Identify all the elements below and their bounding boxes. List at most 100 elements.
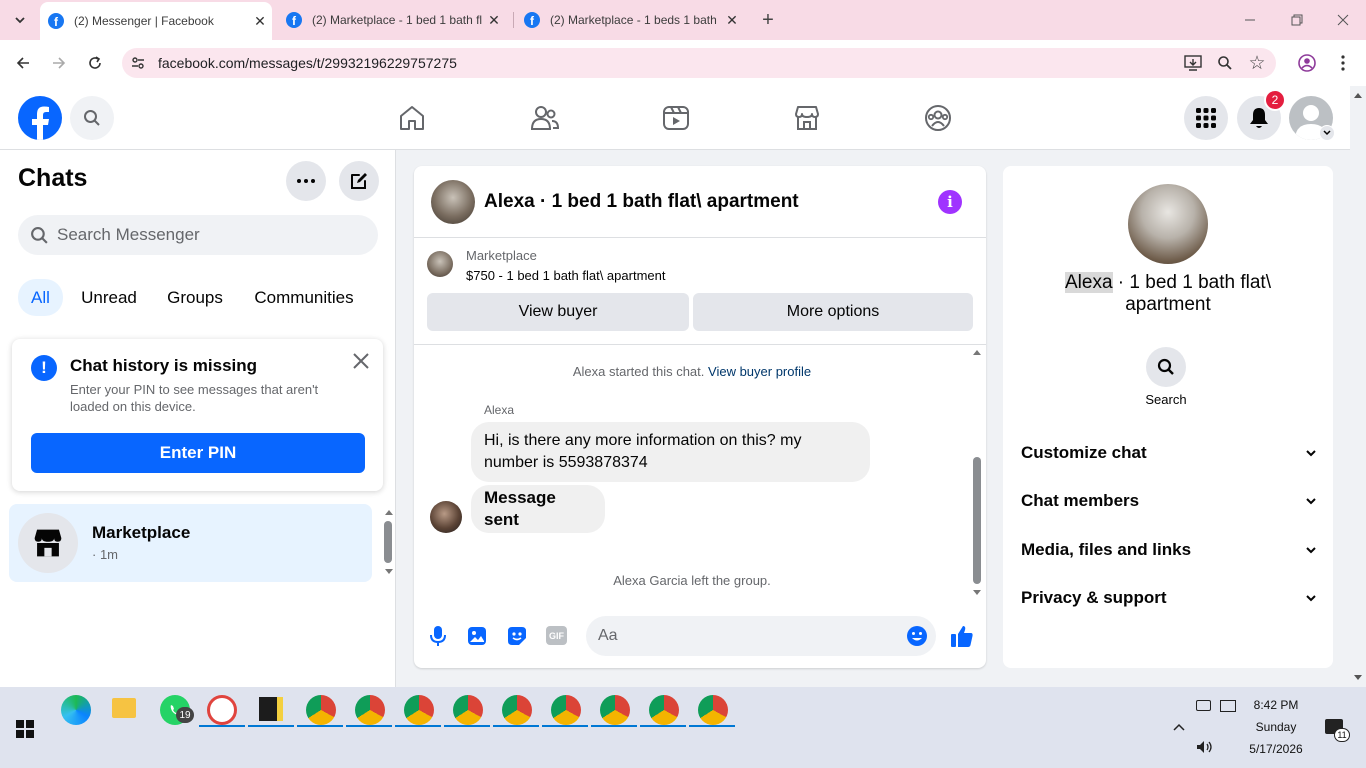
chrome-profile-icon[interactable] (600, 695, 630, 725)
home-nav-icon[interactable] (398, 104, 426, 132)
close-tab-icon[interactable]: ✕ (248, 13, 272, 30)
message-composer-input[interactable] (586, 616, 936, 656)
marketplace-avatar-icon (18, 513, 78, 573)
chats-options-button[interactable] (286, 161, 326, 201)
facebook-favicon-icon: f (286, 12, 302, 28)
enter-pin-button[interactable]: Enter PIN (31, 433, 365, 473)
close-tab-icon[interactable]: ✕ (482, 12, 506, 29)
chrome-profile-icon[interactable] (453, 695, 483, 725)
clock-day[interactable]: Sunday (1236, 720, 1316, 734)
conversation-panel (414, 166, 986, 668)
watch-nav-icon[interactable] (662, 104, 690, 132)
facebook-favicon-icon: f (524, 12, 540, 28)
message-bubble-incoming[interactable]: Hi, is there any more information on thi… (471, 422, 870, 482)
sidebar-scroll-down-icon[interactable] (384, 568, 394, 576)
sticker-icon[interactable] (507, 626, 527, 646)
microphone-icon[interactable] (428, 625, 448, 647)
page-scroll-down-icon[interactable] (1353, 674, 1363, 682)
menu-grid-icon[interactable] (1184, 96, 1228, 140)
gif-icon[interactable]: GIF (546, 626, 567, 645)
chrome-profile-icon[interactable] (698, 695, 728, 725)
volume-icon[interactable] (1196, 740, 1214, 754)
edge-browser-icon[interactable] (61, 695, 91, 725)
facebook-search-icon[interactable] (70, 96, 114, 140)
customize-chat-section[interactable]: Customize chat (1021, 438, 1317, 468)
close-window-icon[interactable] (1329, 6, 1357, 34)
page-scroll-up-icon[interactable] (1353, 91, 1363, 99)
site-info-icon[interactable] (124, 49, 152, 77)
network-icon[interactable] (1220, 700, 1236, 712)
zoom-icon[interactable] (1211, 49, 1239, 77)
sidebar-scrollbar-thumb[interactable] (384, 521, 392, 563)
minimize-window-icon[interactable] (1236, 6, 1264, 34)
friends-nav-icon[interactable] (530, 104, 560, 132)
browser-tab-messenger[interactable]: f (2) Messenger | Facebook ✕ (40, 2, 272, 40)
search-messenger-input[interactable]: Search Messenger (18, 215, 378, 255)
chevron-down-icon (1305, 594, 1317, 602)
tab-search-dropdown-icon[interactable] (6, 6, 34, 34)
view-buyer-profile-link[interactable]: View buyer profile (708, 364, 811, 379)
filter-groups-tab[interactable]: Groups (158, 279, 232, 316)
reload-icon[interactable] (81, 49, 109, 77)
new-message-button[interactable] (339, 161, 379, 201)
marketplace-nav-icon[interactable] (793, 104, 821, 132)
battery-icon[interactable] (1196, 700, 1211, 711)
listing-price[interactable]: $750 - 1 bed 1 bath flat\ apartment (466, 268, 665, 283)
forward-icon[interactable] (45, 49, 73, 77)
details-name-highlight: Alexa (1065, 272, 1113, 293)
sender-avatar[interactable] (430, 501, 462, 533)
show-hidden-icons-chevron-icon[interactable] (1172, 722, 1186, 732)
snipping-tool-icon[interactable] (207, 695, 237, 725)
conversation-avatar[interactable] (431, 180, 475, 224)
restore-window-icon[interactable] (1283, 6, 1311, 34)
browser-menu-icon[interactable] (1329, 49, 1357, 77)
back-icon[interactable] (9, 49, 37, 77)
clock-date[interactable]: 5/17/2026 (1236, 742, 1316, 756)
filter-all-tab[interactable]: All (18, 279, 63, 316)
close-notice-icon[interactable] (352, 352, 370, 370)
details-avatar[interactable] (1128, 184, 1208, 264)
browser-tab-marketplace-1[interactable]: f (2) Marketplace - 1 bed 1 bath fl ✕ (278, 0, 506, 40)
chrome-profile-icon[interactable] (306, 695, 336, 725)
conversation-title[interactable]: Alexa · 1 bed 1 bath flat\ apartment (484, 191, 799, 213)
conversation-info-icon[interactable]: i (938, 190, 962, 214)
filter-communities-tab[interactable]: Communities (245, 279, 363, 316)
file-explorer-icon[interactable] (112, 698, 136, 718)
chrome-profile-icon[interactable] (404, 695, 434, 725)
view-buyer-button[interactable]: View buyer (427, 293, 689, 331)
message-bubble-system[interactable]: Message sent (471, 485, 605, 533)
filter-unread-tab[interactable]: Unread (74, 279, 144, 316)
facebook-logo-icon[interactable] (18, 96, 62, 140)
chrome-profile-icon[interactable] (551, 695, 581, 725)
chat-members-section[interactable]: Chat members (1021, 486, 1317, 516)
chat-scroll-down-icon[interactable] (972, 589, 982, 597)
emoji-icon[interactable] (906, 625, 928, 647)
taskbar-active-indicator (395, 725, 441, 727)
media-files-links-section[interactable]: Media, files and links (1021, 535, 1317, 565)
new-tab-icon[interactable]: + (754, 6, 782, 34)
details-search-button[interactable] (1146, 347, 1186, 387)
privacy-support-section[interactable]: Privacy & support (1021, 583, 1317, 613)
account-chevron-down-icon[interactable] (1319, 125, 1335, 141)
bookmark-star-icon[interactable]: ☆ (1243, 49, 1271, 77)
profile-icon[interactable] (1293, 49, 1321, 77)
more-options-button[interactable]: More options (693, 293, 973, 331)
listing-thumbnail[interactable] (427, 251, 453, 277)
like-thumbs-up-icon[interactable] (950, 624, 974, 648)
close-tab-icon[interactable]: ✕ (720, 12, 744, 29)
chat-scroll-up-icon[interactable] (972, 348, 982, 356)
install-app-icon[interactable] (1179, 49, 1207, 77)
clock-time[interactable]: 8:42 PM (1236, 698, 1316, 712)
windows-start-icon[interactable] (16, 720, 34, 738)
url-text[interactable]: facebook.com/messages/t/2993219622975727… (158, 55, 457, 71)
photo-icon[interactable] (467, 626, 487, 646)
chrome-profile-icon[interactable] (649, 695, 679, 725)
groups-nav-icon[interactable] (924, 104, 952, 132)
sidebar-scroll-up-icon[interactable] (384, 508, 394, 516)
chrome-profile-icon[interactable] (502, 695, 532, 725)
chat-scrollbar-thumb[interactable] (973, 457, 981, 584)
sticky-notes-icon[interactable] (259, 697, 283, 721)
browser-tab-marketplace-2[interactable]: f (2) Marketplace - 1 beds 1 bath ✕ (516, 0, 744, 40)
section-label: Media, files and links (1021, 540, 1192, 559)
chrome-profile-icon[interactable] (355, 695, 385, 725)
